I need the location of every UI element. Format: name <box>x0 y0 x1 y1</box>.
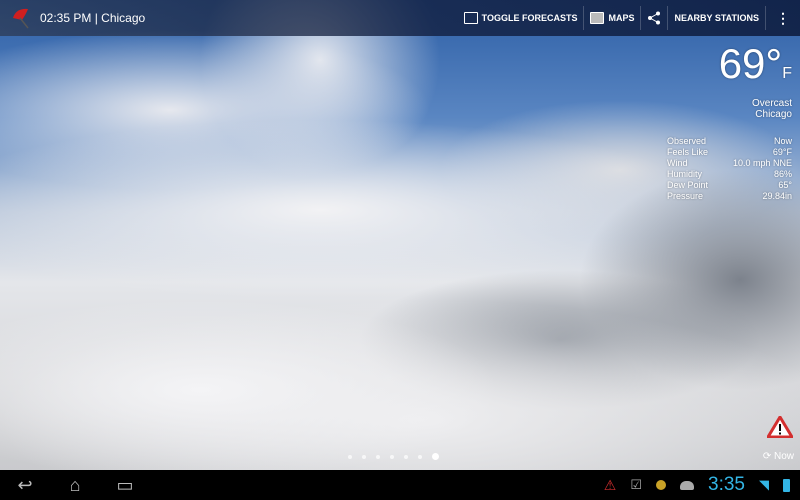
umbrella-logo-icon[interactable] <box>10 6 34 30</box>
refresh-button[interactable]: ⟳ Now <box>763 451 794 462</box>
toggle-icon <box>463 12 478 24</box>
detail-value: Now <box>773 136 792 146</box>
system-nav-bar: ↩ ⌂ ▭ ⚠ ☑ 3:35 ◥ <box>0 470 800 500</box>
clipboard-check-icon: ☑ <box>630 477 643 492</box>
temperature-unit: F <box>782 65 792 82</box>
detail-label: Humidity <box>667 169 703 179</box>
refresh-icon: ⟳ <box>762 451 772 462</box>
page-dot[interactable] <box>348 454 352 459</box>
maps-button[interactable]: MAPS <box>584 6 642 30</box>
detail-label: Pressure <box>667 191 704 201</box>
toggle-forecasts-button[interactable]: TOGGLE FORECASTS <box>458 6 585 30</box>
android-icon <box>680 480 695 490</box>
app-title: 02:35 PM | Chicago <box>40 11 146 25</box>
page-indicator[interactable] <box>348 453 439 460</box>
map-icon <box>590 12 605 24</box>
nearby-stations-button[interactable]: NEARBY STATIONS <box>668 6 766 30</box>
refresh-label: Now <box>773 451 794 462</box>
share-icon <box>648 11 661 25</box>
wifi-icon: ◥ <box>759 477 769 492</box>
detail-label: Dew Point <box>667 180 709 190</box>
detail-label: Observed <box>667 136 707 146</box>
page-dot[interactable] <box>376 454 380 459</box>
detail-row: Feels Like 69°F <box>667 147 792 158</box>
page-dot[interactable] <box>362 454 366 459</box>
back-button[interactable]: ↩ <box>0 470 50 500</box>
toggle-forecasts-label: TOGGLE FORECASTS <box>481 13 578 23</box>
page-dot[interactable] <box>418 454 422 459</box>
detail-row: Observed Now <box>667 136 792 147</box>
temperature-value: 69° <box>718 40 783 87</box>
detail-value: 86% <box>773 169 792 179</box>
detail-value: 10.0 mph NNE <box>732 158 792 168</box>
weather-alert-icon[interactable] <box>767 416 793 438</box>
condition: Overcast <box>751 98 792 109</box>
detail-row: Wind 10.0 mph NNE <box>667 158 792 169</box>
sun-icon <box>656 480 667 490</box>
details-list: Observed Now Feels Like 69°F Wind 10.0 mph … <box>667 136 792 202</box>
location: Chicago <box>755 109 792 120</box>
detail-value: 69°F <box>772 147 792 157</box>
maps-label: MAPS <box>608 13 635 23</box>
page-dot[interactable] <box>404 454 408 459</box>
alert-notification-icon: ⚠ <box>603 476 617 493</box>
recent-apps-button[interactable]: ▭ <box>100 470 150 500</box>
detail-label: Wind <box>667 158 688 168</box>
action-bar: 02:35 PM | Chicago TOGGLE FORECASTS MAPS… <box>0 0 800 36</box>
temperature: 69°F <box>667 40 792 98</box>
status-tray[interactable]: ⚠ ☑ 3:35 ◥ <box>604 474 800 496</box>
share-button[interactable] <box>641 6 669 30</box>
detail-value: 29.84in <box>762 191 792 201</box>
detail-row: Pressure 29.84in <box>667 191 792 202</box>
current-conditions: 69°F Overcast Chicago Observed Now Feels … <box>667 40 792 202</box>
detail-row: Humidity 86% <box>667 169 792 180</box>
detail-row: Dew Point 65° <box>667 180 792 191</box>
detail-label: Feels Like <box>667 147 709 157</box>
status-clock: 3:35 <box>708 474 745 495</box>
overflow-menu-button[interactable]: ⋮ <box>766 6 800 30</box>
nearby-stations-label: NEARBY STATIONS <box>674 13 759 23</box>
detail-value: 65° <box>778 180 792 190</box>
home-button[interactable]: ⌂ <box>50 470 100 500</box>
page-dot[interactable] <box>432 453 439 460</box>
page-dot[interactable] <box>390 454 394 459</box>
battery-icon <box>783 478 790 492</box>
